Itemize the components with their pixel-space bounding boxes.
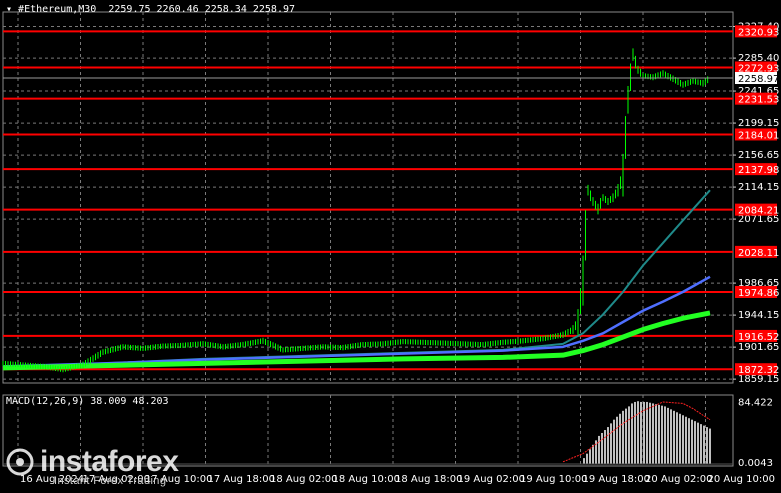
time-axis-label: 18 Aug 18:00 bbox=[395, 474, 462, 485]
macd-histogram-bar bbox=[619, 413, 621, 464]
macd-histogram-bar bbox=[676, 412, 678, 464]
macd-histogram-bar bbox=[679, 413, 681, 464]
macd-histogram-bar bbox=[646, 401, 648, 464]
time-axis-label: 20 Aug 10:00 bbox=[708, 474, 775, 485]
macd-histogram-bar bbox=[661, 405, 663, 464]
macd-histogram-bar bbox=[586, 453, 588, 464]
price-axis-tick: 2156.65 bbox=[738, 150, 779, 161]
watermark-brand: instaforex bbox=[40, 445, 179, 478]
macd-histogram-bar bbox=[598, 435, 600, 464]
time-axis-label: 19 Aug 18:00 bbox=[583, 474, 650, 485]
ohlc-values: 2259.75 2260.46 2258.34 2258.97 bbox=[108, 4, 296, 15]
time-axis-label: 19 Aug 02:00 bbox=[458, 474, 525, 485]
level-label: 2137.98 bbox=[738, 165, 779, 176]
macd-histogram-bar bbox=[604, 430, 606, 464]
macd-histogram-bar bbox=[691, 419, 693, 464]
level-label: 1916.52 bbox=[738, 332, 779, 343]
collapse-arrow-icon[interactable]: ▾ bbox=[6, 4, 18, 15]
chart-window: 2327.402285.402241.652199.152156.652114.… bbox=[0, 0, 781, 489]
macd-histogram-bar bbox=[625, 408, 627, 464]
macd-histogram-bar bbox=[694, 421, 696, 464]
macd-histogram-bar bbox=[664, 406, 666, 464]
macd-histogram-bar bbox=[589, 449, 591, 464]
macd-axis-tick: 84.422 bbox=[738, 398, 773, 409]
macd-histogram-bar bbox=[658, 404, 660, 464]
level-label: 2184.01 bbox=[738, 130, 779, 141]
macd-histogram-bar bbox=[601, 432, 603, 464]
macd-histogram-bar bbox=[634, 401, 636, 464]
instaforex-logo-icon bbox=[6, 448, 34, 476]
macd-histogram-bar bbox=[613, 419, 615, 464]
time-axis-label: 18 Aug 10:00 bbox=[333, 474, 400, 485]
macd-histogram-bar bbox=[652, 403, 654, 464]
macd-histogram-bar bbox=[622, 410, 624, 464]
macd-signal-line bbox=[562, 401, 711, 463]
macd-histogram-bar bbox=[631, 403, 633, 464]
macd-histogram-bar bbox=[643, 401, 645, 464]
level-label: 2320.93 bbox=[738, 27, 779, 38]
macd-histogram-bar bbox=[610, 423, 612, 464]
macd-histogram-bar bbox=[583, 458, 585, 464]
chart-canvas[interactable]: 2327.402285.402241.652199.152156.652114.… bbox=[0, 0, 781, 489]
price-axis-tick: 1901.65 bbox=[738, 342, 779, 353]
level-label: 2028.11 bbox=[738, 248, 779, 259]
macd-axis-tick: 0.0043 bbox=[738, 458, 773, 469]
watermark: instaforex bbox=[6, 445, 179, 478]
macd-histogram-bar bbox=[628, 406, 630, 464]
price-axis-tick: 2114.15 bbox=[738, 182, 779, 193]
price-axis-tick: 1944.15 bbox=[738, 310, 779, 321]
time-axis-label: 17 Aug 18:00 bbox=[208, 474, 275, 485]
macd-histogram-bar bbox=[682, 415, 684, 464]
chart-header: ▾ #Ethereum,M30 2259.75 2260.46 2258.34 … bbox=[6, 4, 295, 15]
macd-histogram-bar bbox=[592, 444, 594, 464]
watermark-tagline: Instant Forex Trading bbox=[54, 475, 167, 487]
moving-average-line bbox=[2, 189, 711, 369]
time-axis-label: 20 Aug 02:00 bbox=[645, 474, 712, 485]
price-axis-tick: 2199.15 bbox=[738, 118, 779, 129]
macd-histogram-bar bbox=[709, 428, 711, 464]
current-price-label: 2258.97 bbox=[738, 74, 779, 85]
macd-histogram-bar bbox=[670, 409, 672, 464]
macd-histogram-bar bbox=[685, 416, 687, 464]
macd-histogram-bar bbox=[649, 402, 651, 464]
macd-header: MACD(12,26,9) 38.009 48.203 bbox=[6, 396, 169, 407]
level-label: 2084.21 bbox=[738, 206, 779, 217]
macd-histogram-bar bbox=[697, 422, 699, 464]
level-label: 1872.32 bbox=[738, 365, 779, 376]
macd-histogram-bar bbox=[667, 407, 669, 464]
symbol-label: #Ethereum,M30 bbox=[18, 4, 97, 15]
macd-histogram-bar bbox=[703, 425, 705, 464]
moving-average-line bbox=[2, 310, 711, 371]
time-axis-label: 18 Aug 02:00 bbox=[270, 474, 337, 485]
macd-histogram-bar bbox=[673, 410, 675, 464]
macd-histogram-bar bbox=[688, 418, 690, 464]
moving-average-line bbox=[2, 275, 711, 368]
level-label: 2231.53 bbox=[738, 95, 779, 106]
macd-histogram-bar bbox=[706, 427, 708, 464]
macd-histogram-bar bbox=[637, 401, 639, 464]
time-axis-label: 19 Aug 10:00 bbox=[520, 474, 587, 485]
macd-histogram-bar bbox=[700, 424, 702, 464]
macd-histogram-bar bbox=[616, 416, 618, 464]
macd-histogram-bar bbox=[655, 404, 657, 464]
level-label: 1974.86 bbox=[738, 288, 779, 299]
macd-histogram-bar bbox=[607, 427, 609, 464]
